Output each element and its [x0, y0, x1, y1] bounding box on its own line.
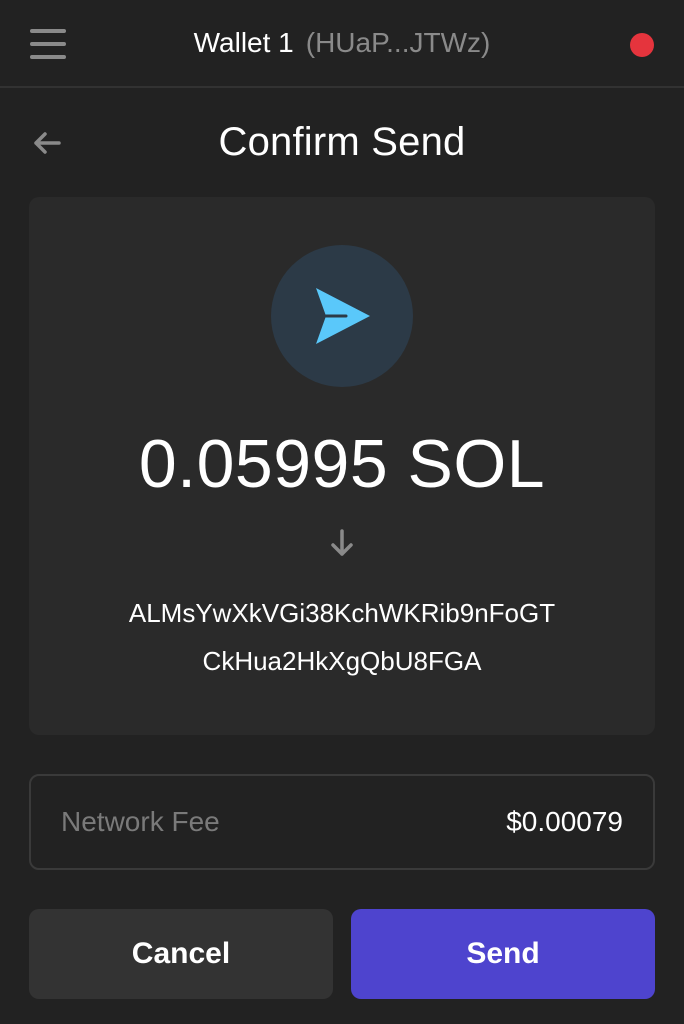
menu-icon[interactable]	[30, 29, 66, 59]
recipient-address-line-1: ALMsYwXkVGi38KchWKRib9nFoGT	[128, 598, 556, 628]
send-icon-badge	[271, 245, 413, 387]
top-bar: Wallet 1 (HUaP...JTWz)	[0, 0, 684, 88]
wallet-name: Wallet 1	[193, 27, 294, 58]
network-fee-label: Network Fee	[61, 806, 220, 837]
cancel-button[interactable]: Cancel	[29, 909, 333, 999]
page-title: Confirm Send	[218, 119, 466, 164]
transaction-card: 0.05995 SOL ALMsYwXkVGi38KchWKRib9nFoGT …	[29, 197, 655, 735]
send-amount: 0.05995 SOL	[138, 426, 546, 502]
send-button[interactable]: Send	[351, 909, 655, 999]
page-header: Confirm Send	[0, 88, 684, 196]
connection-status-dot[interactable]	[630, 33, 654, 57]
network-fee-row: Network Fee $0.00079	[29, 774, 655, 870]
recipient-address-line-2: CkHua2HkXgQbU8FGA	[202, 646, 482, 676]
back-arrow-icon[interactable]	[30, 126, 64, 160]
down-arrow-icon	[331, 529, 353, 556]
recipient-address: ALMsYwXkVGi38KchWKRib9nFoGT CkHua2HkXgQb…	[29, 589, 655, 685]
wallet-address: (HUaP...JTWz)	[305, 27, 491, 58]
network-fee-value: $0.00079	[506, 806, 623, 837]
send-icon	[316, 288, 370, 344]
wallet-selector[interactable]: Wallet 1 (HUaP...JTWz)	[194, 27, 491, 59]
